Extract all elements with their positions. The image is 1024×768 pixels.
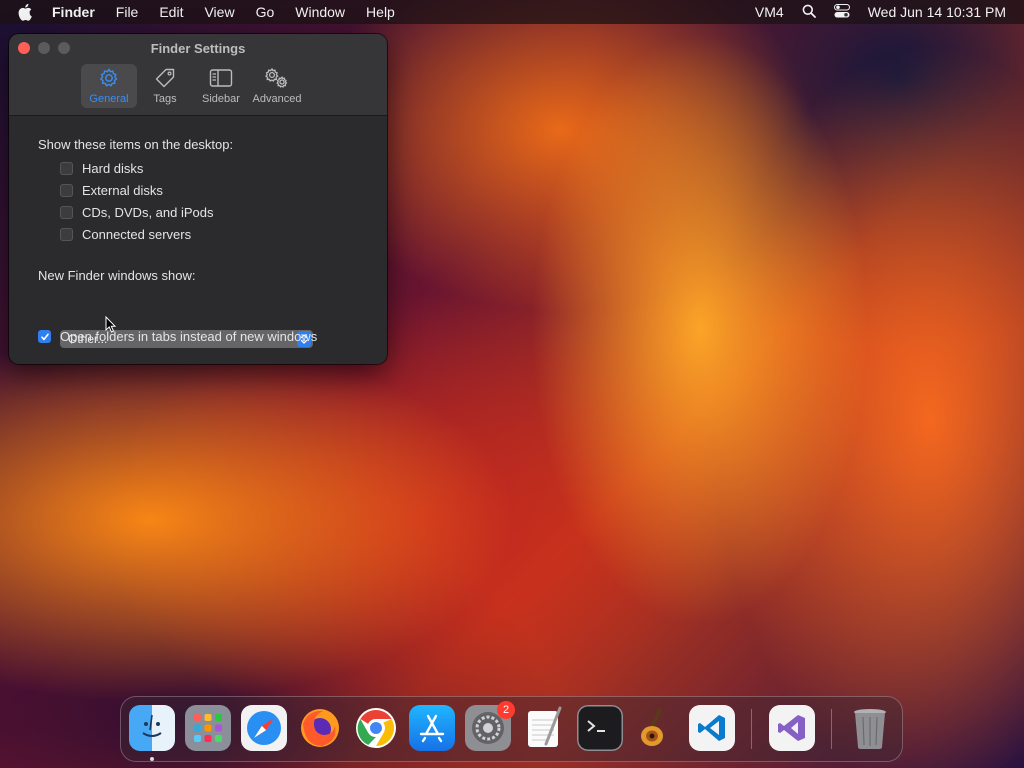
menu-file[interactable]: File [116, 4, 139, 20]
menu-window[interactable]: Window [295, 4, 345, 20]
dock-separator-trash [831, 709, 832, 749]
checkmark-icon [40, 333, 49, 340]
chrome-dock-icon[interactable] [353, 705, 399, 751]
dock: 2 [120, 696, 903, 762]
tag-icon [155, 68, 175, 88]
connected-servers-row[interactable]: Connected servers [60, 227, 191, 242]
menu-help[interactable]: Help [366, 4, 395, 20]
menu-finder[interactable]: Finder [52, 4, 95, 20]
connected-servers-checkbox[interactable] [60, 228, 73, 241]
vm-label[interactable]: VM4 [755, 4, 784, 20]
dock-separator [751, 709, 752, 749]
tab-sidebar[interactable]: Sidebar [193, 64, 249, 108]
desktop-items-label: Show these items on the desktop: [38, 137, 234, 152]
spotlight-search-icon[interactable] [802, 4, 816, 21]
menu-go[interactable]: Go [256, 4, 275, 20]
apple-menu-icon[interactable] [18, 3, 36, 21]
finder-settings-window: Finder Settings General Tags Sidebar Adv… [9, 34, 387, 364]
trash-dock-icon[interactable] [847, 705, 893, 751]
menu-clock[interactable]: Wed Jun 14 10:31 PM [868, 4, 1006, 20]
cds-dvds-ipods-row[interactable]: CDs, DVDs, and iPods [60, 205, 214, 220]
app-store-dock-icon[interactable] [409, 705, 455, 751]
finder-dock-icon[interactable] [129, 705, 175, 751]
window-titlebar[interactable]: Finder Settings General Tags Sidebar Adv… [9, 34, 387, 116]
mouse-cursor-icon [105, 315, 117, 339]
vscode-dock-icon[interactable] [689, 705, 735, 751]
gears-icon [265, 67, 288, 88]
hard-disks-checkbox[interactable] [60, 162, 73, 175]
tab-general[interactable]: General [81, 64, 137, 108]
external-disks-label: External disks [82, 183, 163, 198]
system-settings-dock-icon[interactable]: 2 [465, 701, 515, 751]
settings-toolbar: General Tags Sidebar Advanced [81, 64, 305, 108]
menu-edit[interactable]: Edit [159, 4, 183, 20]
external-disks-checkbox[interactable] [60, 184, 73, 197]
hard-disks-row[interactable]: Hard disks [60, 161, 143, 176]
external-disks-row[interactable]: External disks [60, 183, 163, 198]
terminal-dock-icon[interactable] [577, 705, 623, 751]
open-in-tabs-row[interactable]: Open folders in tabs instead of new wind… [38, 329, 317, 344]
cds-dvds-ipods-label: CDs, DVDs, and iPods [82, 205, 214, 220]
finder-running-indicator [150, 757, 154, 761]
open-in-tabs-checkbox[interactable] [38, 330, 51, 343]
safari-dock-icon[interactable] [241, 705, 287, 751]
cds-dvds-ipods-checkbox[interactable] [60, 206, 73, 219]
sidebar-icon [209, 69, 233, 87]
garageband-dock-icon[interactable] [633, 705, 679, 751]
tab-advanced-label: Advanced [252, 93, 302, 105]
tab-advanced[interactable]: Advanced [249, 64, 305, 108]
tab-general-label: General [89, 93, 129, 105]
settings-notification-badge: 2 [497, 701, 515, 719]
open-in-tabs-label: Open folders in tabs instead of new wind… [60, 329, 318, 344]
hard-disks-label: Hard disks [82, 161, 144, 176]
new-window-label: New Finder windows show: [38, 268, 196, 283]
tab-sidebar-label: Sidebar [202, 93, 240, 105]
visual-studio-dock-icon[interactable] [769, 705, 815, 751]
firefox-dock-icon[interactable] [297, 705, 343, 751]
tab-tags-label: Tags [153, 93, 177, 105]
window-title: Finder Settings [150, 41, 246, 56]
tab-tags[interactable]: Tags [137, 64, 193, 108]
menu-view[interactable]: View [204, 4, 234, 20]
gear-icon [99, 68, 118, 87]
launchpad-dock-icon[interactable] [185, 705, 231, 751]
textedit-dock-icon[interactable] [521, 705, 567, 751]
control-center-icon[interactable] [833, 3, 850, 21]
menu-bar: Finder File Edit View Go Window Help VM4… [0, 0, 1024, 24]
connected-servers-label: Connected servers [82, 227, 192, 242]
